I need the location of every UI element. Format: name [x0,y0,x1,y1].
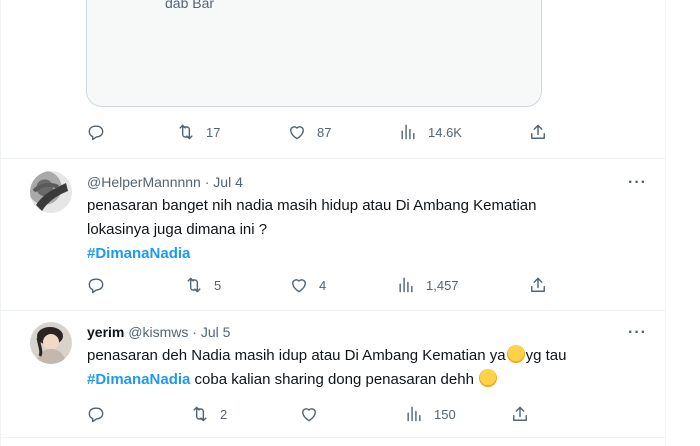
tweet-header: yerim @kismws · Jul 5 [87,324,230,340]
views-button[interactable]: 1,457 [396,273,459,297]
retweet-count: 17 [206,124,221,140]
like-icon [292,279,306,293]
tweet-date[interactable]: Jul 5 [201,324,231,340]
reply-button[interactable] [86,120,116,144]
handle[interactable]: @HelperMannnnn [87,174,201,190]
like-icon [290,126,304,140]
tweet-text-line: penasaran banget nih nadia masih hidup a… [87,197,537,214]
reply-button[interactable] [86,273,116,297]
page-margin [666,0,700,446]
retweet-button[interactable]: 2 [190,402,227,426]
views-icon [401,124,415,140]
hashtag-link[interactable]: #DimanaNadia [87,242,536,266]
reply-button[interactable] [86,402,116,426]
share-button[interactable] [528,120,548,144]
views-button[interactable]: 150 [404,402,456,426]
retweet-button[interactable]: 5 [184,273,221,297]
tweet-actions: 2 150 [0,402,666,426]
tweet-text: penasaran banget nih nadia masih hidup a… [87,194,536,266]
share-button[interactable] [528,273,548,297]
separator: · [192,324,197,340]
tweet-actions: 5 4 1,457 [0,273,666,297]
reply-icon [88,278,104,294]
divider [0,437,666,438]
share-icon [513,406,527,421]
reply-icon [88,125,104,141]
like-button[interactable]: 87 [287,120,331,144]
reply-icon [88,407,104,423]
share-icon [531,277,545,292]
handle[interactable]: @kismws [128,324,188,340]
disappointed-emoji-icon [479,369,498,387]
retweet-count: 2 [220,406,228,422]
tweet-text: penasaran deh Nadia masih idup atau Di A… [87,344,566,392]
tweet-actions: 17 87 14.6K [0,120,666,144]
share-button[interactable] [510,402,530,426]
tweet-header: @HelperMannnnn · Jul 4 [87,174,243,190]
separator: · [204,174,210,190]
tweet-text-segment: coba kalian sharing dong penasaran dehh [190,371,474,388]
views-count: 1,457 [426,277,459,293]
more-icon[interactable]: ··· [628,324,647,342]
like-icon [302,408,316,422]
media-card[interactable]: dab Bar [86,0,542,107]
scream-emoji-icon [506,345,525,363]
avatar[interactable] [30,322,72,364]
tweet-text-segment: penasaran deh Nadia masih idup atau Di A… [87,347,506,364]
display-name[interactable]: yerim [87,324,124,340]
views-button[interactable]: 14.6K [398,120,462,144]
retweet-icon [187,277,201,293]
more-icon[interactable]: ··· [628,174,647,192]
views-icon [407,406,421,422]
views-count: 150 [434,406,456,422]
retweet-count: 5 [214,277,222,293]
retweet-icon [193,406,207,422]
views-count: 14.6K [428,124,462,140]
share-icon [531,124,545,139]
like-count: 4 [319,277,327,293]
tweet-text-line: lokasinya juga dimana ini ? [87,221,268,238]
like-count: 87 [317,124,332,140]
tweet-date[interactable]: Jul 4 [213,174,243,190]
hashtag-link[interactable]: #DimanaNadia [87,371,190,388]
retweet-icon [179,124,193,140]
avatar[interactable] [30,171,72,213]
views-icon [399,277,413,293]
retweet-button[interactable]: 17 [176,120,220,144]
tweet-text-segment: yg tau [525,347,567,364]
like-button[interactable] [299,402,329,426]
media-card-text: dab Bar [165,0,215,11]
like-button[interactable]: 4 [289,273,326,297]
